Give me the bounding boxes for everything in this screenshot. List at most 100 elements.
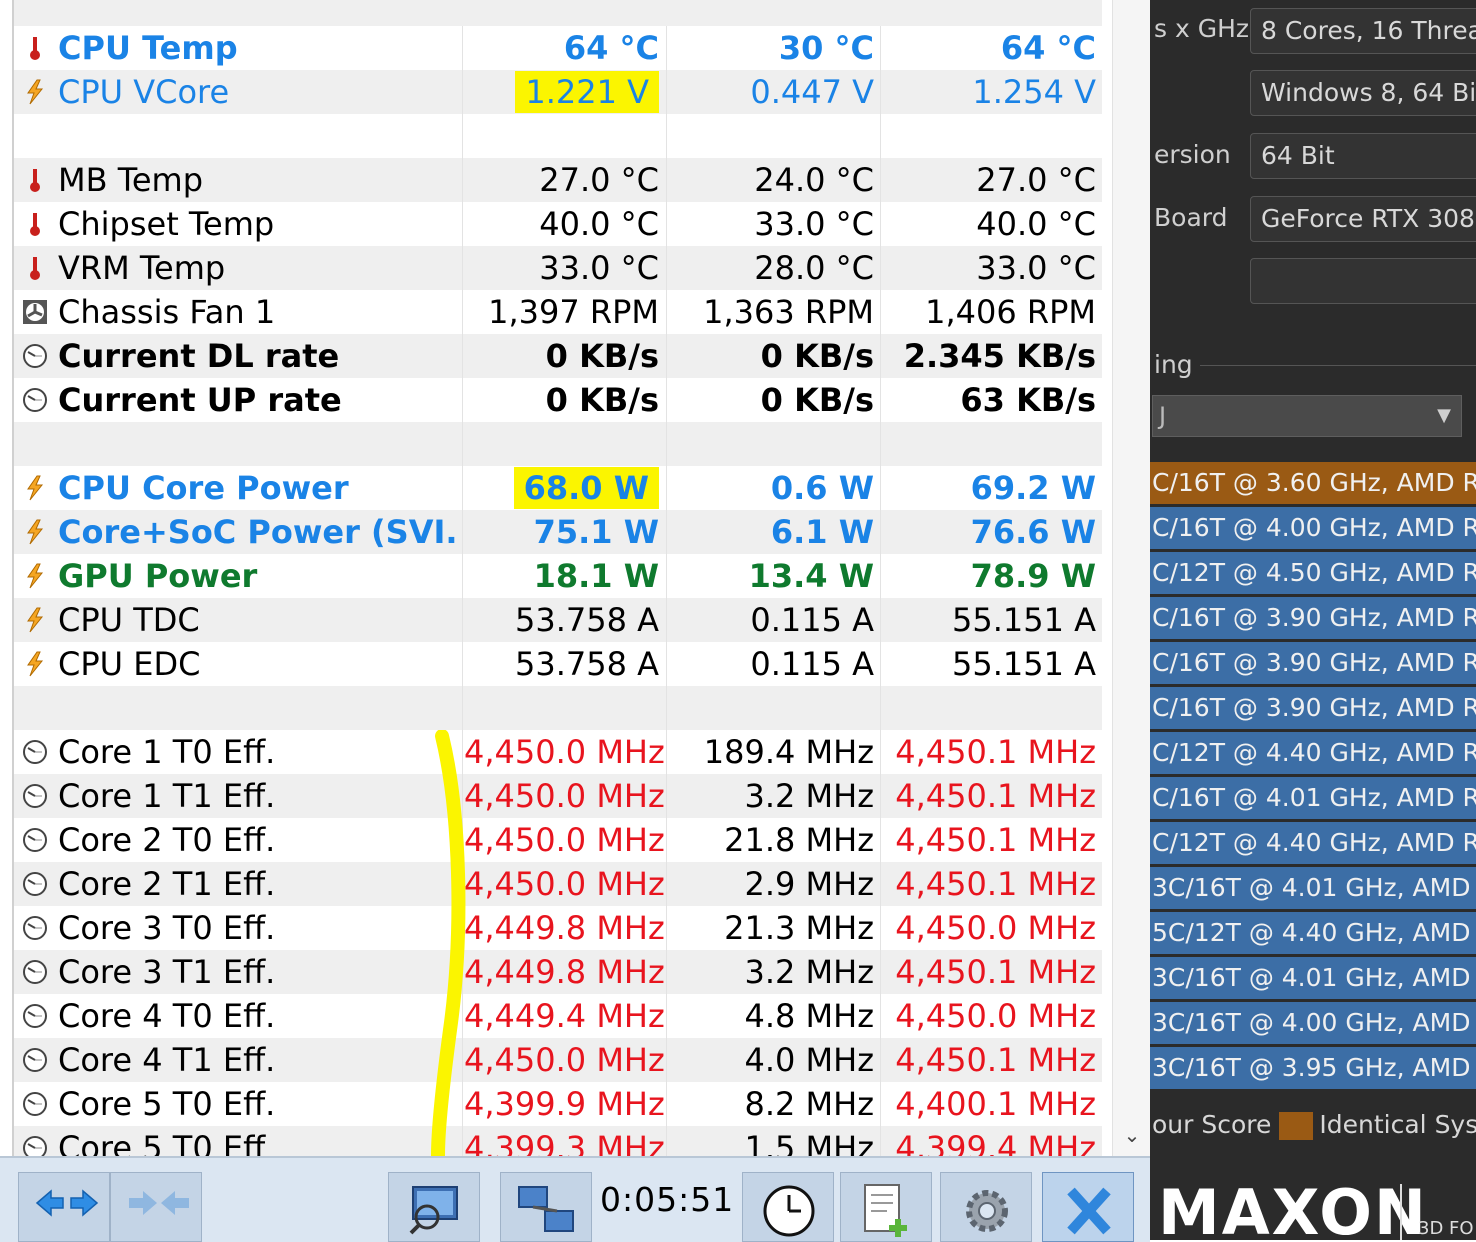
sensor-row[interactable]: Current DL rate 0 KB/s 0 KB/s 2.345 KB/s [14, 334, 1102, 378]
thermometer-icon [22, 211, 48, 237]
sensor-min-value-text: 2.9 MHz [744, 865, 874, 903]
sensor-row[interactable]: Core 2 T1 Eff. 4,450.0 MHz 2.9 MHz 4,450.1 … [14, 862, 1102, 906]
column-divider [666, 774, 667, 818]
ranking-entry[interactable]: 3C/16T @ 3.95 GHz, AMD Ryz [1150, 1047, 1476, 1089]
sensor-row[interactable]: CPU TDC 53.758 A 0.115 A 55.151 A [14, 598, 1102, 642]
column-divider [880, 686, 881, 730]
sensor-row[interactable]: Core+SoC Power (SVI... 75.1 W 6.1 W 76.6 W [14, 510, 1102, 554]
sensor-row[interactable]: CPU EDC 53.758 A 0.115 A 55.151 A [14, 642, 1102, 686]
ranking-entry[interactable]: C/16T @ 3.90 GHz, AMD Ryze [1150, 642, 1476, 684]
column-divider [880, 26, 881, 70]
sensor-row[interactable]: CPU Temp 64 °C 30 °C 64 °C [14, 26, 1102, 70]
sensor-row[interactable]: Core 4 T0 Eff. 4,449.4 MHz 4.8 MHz 4,450.0 … [14, 994, 1102, 1038]
column-divider [666, 1038, 667, 1082]
sensor-max-value-text: 2.345 KB/s [903, 337, 1096, 375]
column-divider [462, 686, 463, 730]
column-divider [666, 290, 667, 334]
sensor-current-value: 40.0 °C [464, 202, 659, 246]
sensor-row[interactable]: Core 3 T0 Eff. 4,449.8 MHz 21.3 MHz 4,450.0… [14, 906, 1102, 950]
sensor-min-value-text: 33.0 °C [754, 205, 874, 243]
sensor-min-value: 4.0 MHz [669, 1038, 874, 1082]
sensor-max-value: 1.254 V [884, 70, 1096, 114]
column-divider [462, 202, 463, 246]
ranking-entry[interactable]: C/12T @ 4.40 GHz, AMD Ryze [1150, 822, 1476, 864]
column-divider [666, 422, 667, 466]
close-button[interactable] [1042, 1172, 1134, 1242]
sensor-max-value: 27.0 °C [884, 158, 1096, 202]
column-divider [666, 554, 667, 598]
column-divider [880, 642, 881, 686]
sensor-row[interactable]: Core 2 T0 Eff. 4,450.0 MHz 21.8 MHz 4,450.1… [14, 818, 1102, 862]
column-divider [666, 26, 667, 70]
network-icon [518, 1186, 574, 1232]
nav-back-forward-button[interactable] [18, 1172, 110, 1242]
bottom-toolbar: 0:05:51 [0, 1156, 1150, 1242]
sensor-min-value: 0 KB/s [669, 334, 874, 378]
gauge-icon [22, 871, 48, 897]
sensor-label: VRM Temp [58, 249, 226, 287]
close-x-icon [1067, 1187, 1111, 1235]
ranking-entry[interactable]: 3C/16T @ 4.00 GHz, AMD Ryz [1150, 1002, 1476, 1044]
sensor-row[interactable]: Chassis Fan 1 1,397 RPM 1,363 RPM 1,406 RPM [14, 290, 1102, 334]
sensor-current-value: 33.0 °C [464, 246, 659, 290]
sensor-row[interactable]: Chipset Temp 40.0 °C 33.0 °C 40.0 °C [14, 202, 1102, 246]
ranking-entry[interactable]: C/12T @ 4.50 GHz, AMD Ryze [1150, 552, 1476, 594]
column-divider [462, 466, 463, 510]
sensor-row[interactable]: VRM Temp 33.0 °C 28.0 °C 33.0 °C [14, 246, 1102, 290]
column-divider [666, 686, 667, 730]
ranking-heading: ing [1154, 350, 1193, 379]
sensor-monitor-button[interactable] [388, 1172, 480, 1242]
lightning-icon [22, 607, 48, 633]
column-divider [666, 906, 667, 950]
sensor-min-value-text: 0 KB/s [760, 381, 874, 419]
ranking-entry[interactable]: C/16T @ 3.60 GHz, AMD Ryze [1150, 462, 1476, 504]
sensor-row[interactable] [14, 114, 1102, 158]
sensor-min-value-text: 0.447 V [750, 73, 874, 111]
log-add-button[interactable] [840, 1172, 932, 1242]
previous-row-strip [14, 0, 1102, 26]
ranking-entry[interactable]: 3C/16T @ 4.01 GHz, AMD Ryz [1150, 957, 1476, 999]
column-divider [462, 158, 463, 202]
ranking-entry[interactable]: C/16T @ 4.00 GHz, AMD Ryze [1150, 507, 1476, 549]
gauge-icon [22, 1135, 48, 1156]
sensor-max-value-text: 4,450.0 MHz [895, 909, 1096, 947]
sensor-row[interactable]: Current UP rate 0 KB/s 0 KB/s 63 KB/s [14, 378, 1102, 422]
sensor-row[interactable] [14, 686, 1102, 730]
ranking-entry[interactable]: 5C/12T @ 4.40 GHz, AMD Ryz [1150, 912, 1476, 954]
sensor-max-value-text: 55.151 A [951, 645, 1096, 683]
sensor-row[interactable]: Core 4 T1 Eff. 4,450.0 MHz 4.0 MHz 4,450.1 … [14, 1038, 1102, 1082]
sensor-row[interactable] [14, 422, 1102, 466]
sensor-row[interactable]: GPU Power 18.1 W 13.4 W 78.9 W [14, 554, 1102, 598]
sensor-min-value-text: 4.8 MHz [744, 997, 874, 1035]
sensor-row[interactable]: MB Temp 27.0 °C 24.0 °C 27.0 °C [14, 158, 1102, 202]
sensor-label: Current DL rate [58, 337, 340, 375]
ranking-entry[interactable]: C/16T @ 3.90 GHz, AMD Ryze [1150, 687, 1476, 729]
ranking-entry[interactable]: 3C/16T @ 4.01 GHz, AMD Ryz [1150, 867, 1476, 909]
scroll-down-arrow-icon[interactable]: ⌄ [1113, 1120, 1150, 1150]
sensor-row[interactable]: Core 1 T0 Eff. 4,450.0 MHz 189.4 MHz 4,450.… [14, 730, 1102, 774]
sensor-row[interactable]: CPU Core Power 68.0 W 0.6 W 69.2 W [14, 466, 1102, 510]
ranking-entry[interactable]: C/12T @ 4.40 GHz, AMD Ryze [1150, 732, 1476, 774]
sensor-max-value: 4,450.1 MHz [884, 818, 1096, 862]
sensor-row[interactable]: CPU VCore 1.221 V 0.447 V 1.254 V [14, 70, 1102, 114]
network-button[interactable] [500, 1172, 592, 1242]
sensor-monitor-icon [409, 1186, 458, 1235]
fan-icon [22, 299, 48, 325]
sensor-row[interactable]: Core 5 T0 Eff. 4,399.9 MHz 8.2 MHz 4,400.1 … [14, 1082, 1102, 1126]
nav-collapse-button[interactable] [110, 1172, 202, 1242]
column-divider [666, 378, 667, 422]
ranking-dropdown[interactable]: J ▼ [1152, 395, 1462, 437]
clock-button[interactable] [742, 1172, 834, 1242]
settings-button[interactable] [940, 1172, 1032, 1242]
vertical-scrollbar[interactable]: ⌄ [1112, 0, 1150, 1156]
sensor-row[interactable]: Core 1 T1 Eff. 4,450.0 MHz 3.2 MHz 4,450.1 … [14, 774, 1102, 818]
sensor-row[interactable]: Core 5 T0 Eff 4,399.3 MHz 1.5 MHz 4,399.4 M… [14, 1126, 1102, 1156]
sensor-min-value: 6.1 W [669, 510, 874, 554]
column-divider [462, 642, 463, 686]
ranking-entry[interactable]: C/16T @ 4.01 GHz, AMD Ryze [1150, 777, 1476, 819]
column-divider [666, 70, 667, 114]
sensor-row[interactable]: Core 3 T1 Eff. 4,449.8 MHz 3.2 MHz 4,450.1 … [14, 950, 1102, 994]
sensor-label: Core 5 T0 Eff [58, 1129, 266, 1156]
sensor-max-value: 4,450.1 MHz [884, 950, 1096, 994]
ranking-entry[interactable]: C/16T @ 3.90 GHz, AMD Ryze [1150, 597, 1476, 639]
